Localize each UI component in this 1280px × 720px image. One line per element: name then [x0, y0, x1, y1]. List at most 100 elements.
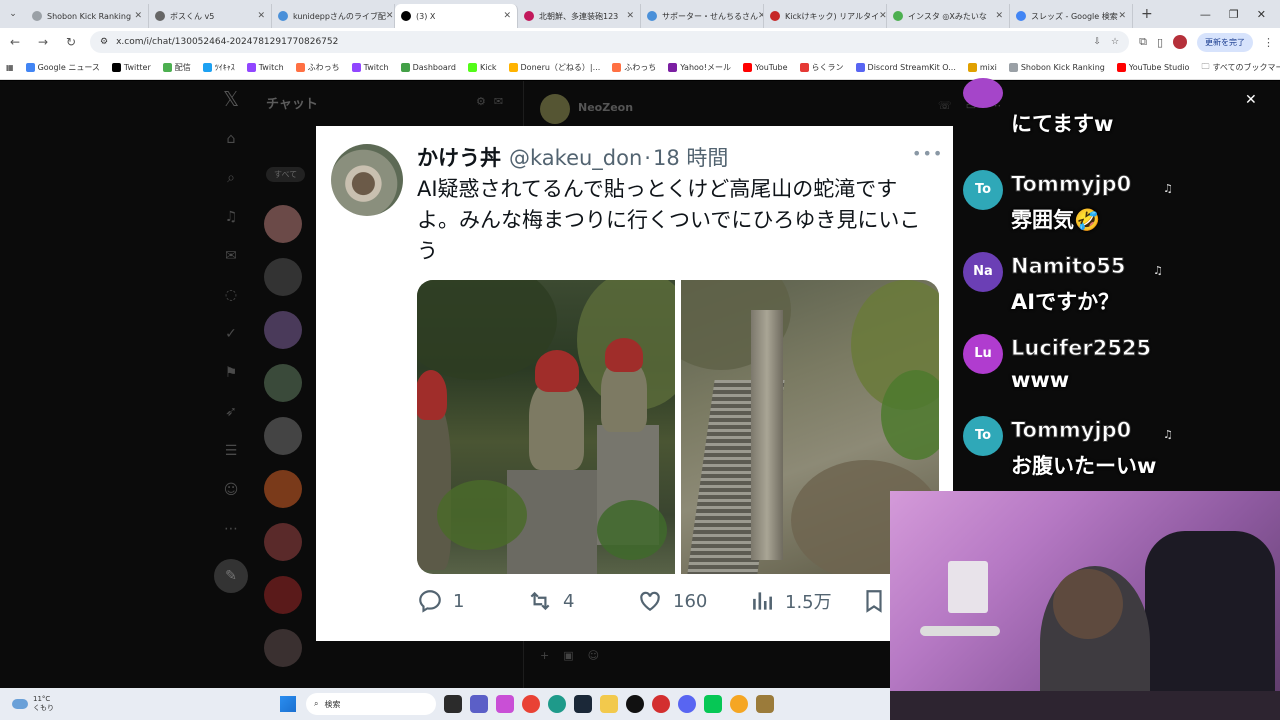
- chat-avatar[interactable]: [264, 364, 302, 402]
- jobs-icon[interactable]: ➶: [221, 402, 241, 422]
- explore-icon[interactable]: ⌕: [221, 168, 241, 188]
- bookmark-item[interactable]: Twitch: [351, 62, 389, 73]
- chat-avatar[interactable]: [264, 205, 302, 243]
- chat-avatar[interactable]: [264, 417, 302, 455]
- chat-avatar[interactable]: [264, 311, 302, 349]
- chat-avatar[interactable]: [264, 470, 302, 508]
- menu-icon[interactable]: ⋮: [1263, 36, 1274, 49]
- maximize-icon[interactable]: ❐: [1229, 8, 1239, 21]
- discord-icon[interactable]: [678, 695, 696, 713]
- tab-close-icon[interactable]: ✕: [1118, 11, 1126, 21]
- message-composer-icons[interactable]: +▣☺: [540, 649, 880, 675]
- site-info-icon[interactable]: ⚙: [100, 37, 108, 47]
- bookmark-item[interactable]: Discord StreamKit O...: [855, 62, 956, 73]
- chat-avatar[interactable]: [264, 258, 302, 296]
- views-button[interactable]: 1.5万: [749, 588, 861, 614]
- apps-icon[interactable]: ▦: [6, 63, 14, 72]
- bookmark-item[interactable]: Kick: [468, 62, 497, 73]
- retweet-button[interactable]: 4: [527, 588, 637, 614]
- reload-icon[interactable]: ↻: [62, 35, 80, 49]
- bookmark-item[interactable]: Shobon Kick Ranking: [1008, 62, 1105, 73]
- teams-icon[interactable]: [470, 695, 488, 713]
- update-button[interactable]: 更新を完了: [1197, 32, 1253, 52]
- chrome-icon[interactable]: [522, 695, 540, 713]
- new-tab-button[interactable]: +: [1141, 6, 1153, 22]
- bookmark-item[interactable]: ふわっち: [295, 62, 340, 73]
- edge-icon[interactable]: [548, 695, 566, 713]
- extensions-icon[interactable]: ⧉: [1139, 35, 1147, 49]
- bookmark-item[interactable]: Dashboard: [400, 62, 456, 73]
- taskbar-search[interactable]: ⌕ 検索: [306, 693, 436, 715]
- bookmark-item[interactable]: Google ニュース: [25, 62, 100, 73]
- home-icon[interactable]: ⌂: [221, 129, 241, 149]
- chat-avatar[interactable]: [264, 629, 302, 667]
- bookmark-item[interactable]: mixi: [967, 62, 997, 73]
- weather-widget[interactable]: 11°C くもり: [0, 695, 280, 713]
- bookmark-button[interactable]: [861, 588, 887, 614]
- bookmark-item[interactable]: ﾂｲｷｬｽ: [202, 62, 235, 73]
- bookmark-item[interactable]: Doneru（どねる）|...: [508, 62, 600, 73]
- author-name[interactable]: かけう丼: [417, 142, 501, 172]
- tab-search-icon[interactable]: ⌄: [0, 0, 26, 28]
- bookmark-item[interactable]: らくラン: [799, 62, 844, 73]
- file-explorer-icon[interactable]: [600, 695, 618, 713]
- filter-all-tab[interactable]: すべて: [266, 167, 306, 182]
- browser-tab[interactable]: (3) X ✕: [395, 4, 518, 28]
- split-icon[interactable]: ▯: [1157, 36, 1163, 49]
- chat-avatar[interactable]: [264, 576, 302, 614]
- more-options-icon[interactable]: •••: [912, 144, 943, 163]
- like-button[interactable]: 160: [637, 588, 749, 614]
- tab-close-icon[interactable]: ✕: [503, 11, 511, 21]
- compose-icon[interactable]: ✎: [214, 559, 248, 593]
- app-icon[interactable]: [730, 695, 748, 713]
- browser-tab[interactable]: ボスくん v5 ✕: [149, 4, 272, 28]
- profile-avatar[interactable]: [1173, 35, 1187, 49]
- tab-close-icon[interactable]: ✕: [995, 11, 1003, 21]
- bookmark-star-icon[interactable]: ☆: [1111, 37, 1119, 47]
- x-logo-icon[interactable]: 𝕏: [221, 89, 241, 109]
- browser-tab[interactable]: スレッズ - Google 検索 ✕: [1010, 4, 1133, 28]
- install-icon[interactable]: ⇩: [1093, 37, 1101, 47]
- tab-close-icon[interactable]: ✕: [257, 11, 265, 21]
- author-handle[interactable]: @kakeu_don: [509, 146, 642, 170]
- bookmark-item[interactable]: Yahoo!メール: [668, 62, 731, 73]
- obs-icon[interactable]: [626, 695, 644, 713]
- messages-icon[interactable]: ✉: [221, 246, 241, 266]
- browser-tab[interactable]: kunideppさんのライブ配 ✕: [272, 4, 395, 28]
- tab-close-icon[interactable]: ✕: [626, 11, 634, 21]
- bookmark-item[interactable]: YouTube: [743, 62, 788, 73]
- browser-tab[interactable]: サポーター・せんちるさん✕: [641, 4, 764, 28]
- conversation-avatar[interactable]: [540, 94, 570, 124]
- reply-button[interactable]: 1: [417, 588, 527, 614]
- browser-tab[interactable]: 北朝鮮、多連装砲123 ✕: [518, 4, 641, 28]
- copilot-icon[interactable]: [496, 695, 514, 713]
- close-window-icon[interactable]: ✕: [1257, 8, 1266, 21]
- jizo-statues-photo[interactable]: [417, 280, 675, 574]
- address-bar[interactable]: ⚙ x.com/i/chat/130052464-202478129177082…: [90, 31, 1130, 53]
- browser-tab[interactable]: Shobon Kick Ranking ✕: [26, 4, 149, 28]
- bookmark-item[interactable]: Twitch: [246, 62, 284, 73]
- tab-close-icon[interactable]: ✕: [386, 11, 394, 21]
- chat-avatar[interactable]: [264, 523, 302, 561]
- back-icon[interactable]: ←: [6, 35, 24, 49]
- bookmarks-icon[interactable]: ⚑: [221, 363, 241, 383]
- bookmark-item[interactable]: ふわっち: [612, 62, 656, 73]
- tweet-time[interactable]: 18 時間: [653, 142, 728, 172]
- more-icon[interactable]: ⋯: [221, 519, 241, 539]
- tab-close-icon[interactable]: ✕: [134, 11, 142, 21]
- line-icon[interactable]: [704, 695, 722, 713]
- bookmark-item[interactable]: 配信: [162, 62, 191, 73]
- profile-icon[interactable]: ☺: [221, 480, 241, 500]
- communities-icon[interactable]: ✓: [221, 324, 241, 344]
- tab-close-icon[interactable]: ✕: [879, 11, 886, 21]
- steam-icon[interactable]: [574, 695, 592, 713]
- author-avatar[interactable]: [331, 144, 403, 216]
- notifications-icon[interactable]: ♫: [221, 207, 241, 227]
- windows-start-icon[interactable]: [280, 696, 296, 712]
- grok-icon[interactable]: ◌: [221, 285, 241, 305]
- chat-settings-icon[interactable]: ⚙✉: [476, 95, 511, 108]
- all-bookmarks[interactable]: 🗀すべてのブックマーク: [1201, 61, 1280, 75]
- task-view-icon[interactable]: [444, 695, 462, 713]
- minimize-icon[interactable]: —: [1200, 8, 1211, 21]
- bookmark-item[interactable]: Twitter: [111, 62, 151, 73]
